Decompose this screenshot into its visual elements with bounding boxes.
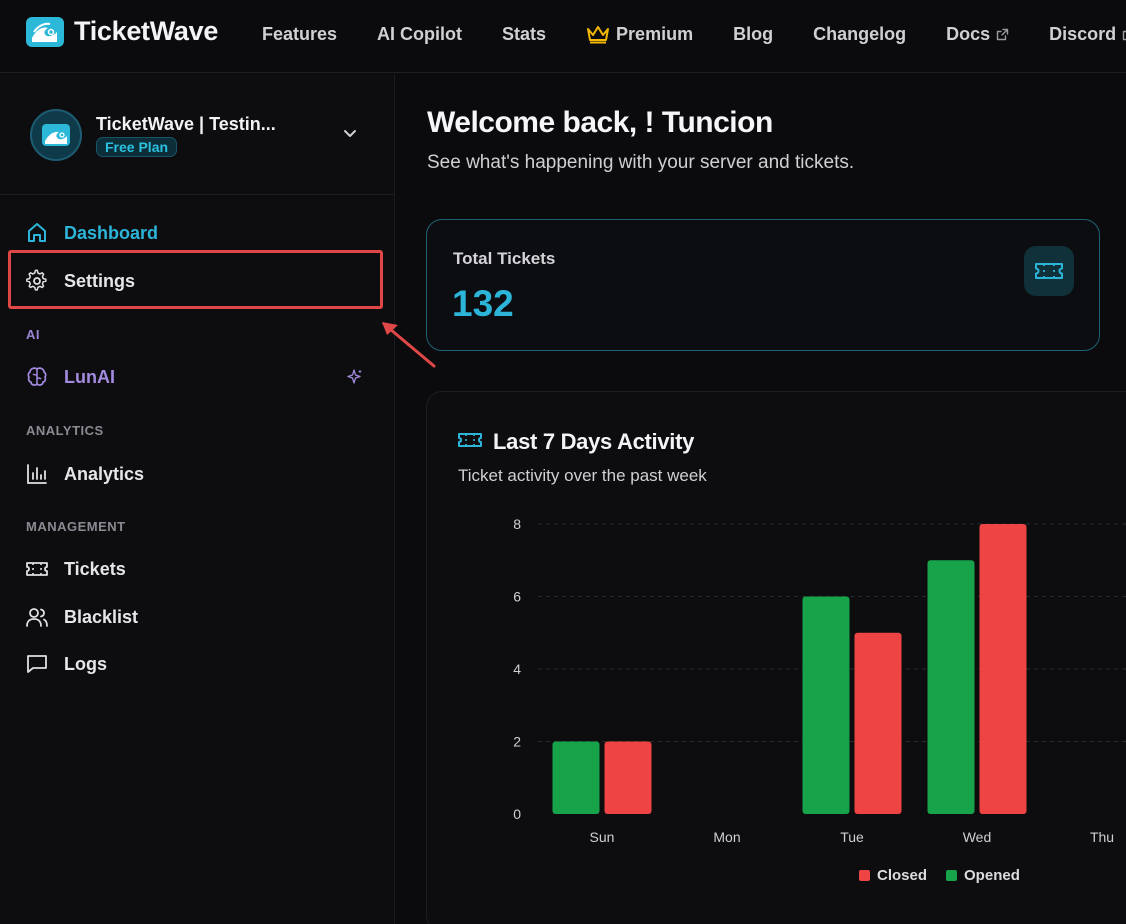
home-icon <box>24 220 50 246</box>
stat-value: 132 <box>452 283 514 324</box>
message-square-icon <box>24 651 50 677</box>
external-link-icon <box>996 28 1009 41</box>
total-tickets-card: Total Tickets 132 <box>426 219 1100 351</box>
sidebar-item-label: Analytics <box>64 463 145 484</box>
y-tick-label: 8 <box>513 516 521 532</box>
nav-link-label: Stats <box>502 23 547 44</box>
chevron-down-icon[interactable] <box>341 124 359 147</box>
sidebar-item-lunai[interactable]: LunAI <box>24 364 115 390</box>
page-subtitle: See what's happening with your server an… <box>427 152 855 173</box>
sidebar-item-label: Dashboard <box>64 222 159 243</box>
bar-closed[interactable] <box>979 524 1027 814</box>
legend-label: Opened <box>964 867 1020 884</box>
sidebar: TicketWave | Testin... Free Plan Dashboa… <box>0 74 395 924</box>
section-label-analytics: ANALYTICS <box>26 423 104 438</box>
nav-link-label: AI Copilot <box>377 23 463 44</box>
sidebar-item-dashboard[interactable]: Dashboard <box>24 220 158 246</box>
crown-icon <box>586 24 610 44</box>
nav-link-docs[interactable]: Docs <box>946 24 1009 45</box>
legend-item[interactable]: Closed <box>859 867 927 884</box>
highlight-annotation <box>8 250 383 309</box>
server-name: TicketWave | Testin... <box>96 114 276 134</box>
legend-swatch <box>859 870 870 881</box>
nav-link-discord[interactable]: Discord <box>1049 24 1126 45</box>
sidebar-item-analytics[interactable]: Analytics <box>24 461 144 487</box>
nav-links: Features AI Copilot Stats Premium Blog Change… <box>262 0 1126 68</box>
plan-badge: Free Plan <box>96 137 178 157</box>
y-tick-label: 2 <box>513 734 521 750</box>
bar-chart: 0 2 4 6 8 Sun Mon Tue Wed Thu <box>513 516 1126 845</box>
sidebar-item-label: Blacklist <box>64 606 139 627</box>
y-tick-label: 6 <box>513 589 521 605</box>
bar-opened[interactable] <box>927 560 975 814</box>
x-tick-label: Wed <box>963 829 992 845</box>
server-selector[interactable]: TicketWave | Testin... Free Plan <box>0 74 394 195</box>
page-title: Welcome back, ! Tuncion <box>427 106 773 139</box>
nav-link-label: Blog <box>733 23 774 44</box>
bar-closed[interactable] <box>854 632 902 814</box>
legend-swatch <box>946 870 958 881</box>
nav-link-label: Changelog <box>813 23 907 44</box>
nav-link-label: Docs <box>946 23 991 44</box>
users-icon <box>24 604 50 630</box>
y-tick-label: 4 <box>513 661 521 677</box>
nav-link-premium[interactable]: Premium <box>586 24 693 45</box>
wave-logo-icon <box>26 16 64 47</box>
brand-name: TicketWave <box>74 16 219 46</box>
sidebar-item-label: Logs <box>64 653 107 674</box>
bar-closed[interactable] <box>604 741 652 815</box>
brain-icon <box>24 364 50 390</box>
x-tick-label: Mon <box>713 829 740 845</box>
external-link-icon <box>1122 28 1126 41</box>
bar-opened[interactable] <box>802 596 850 815</box>
x-tick-label: Sun <box>590 829 615 845</box>
ticket-icon <box>24 556 50 582</box>
sidebar-item-logs[interactable]: Logs <box>24 651 107 677</box>
y-tick-label: 0 <box>513 806 521 822</box>
bar-opened[interactable] <box>552 741 600 815</box>
server-avatar <box>30 109 82 161</box>
legend-label: Closed <box>877 867 928 884</box>
legend-item[interactable]: Opened <box>946 867 1020 884</box>
sidebar-item-tickets[interactable]: Tickets <box>24 556 126 582</box>
sidebar-item-blacklist[interactable]: Blacklist <box>24 604 138 630</box>
x-tick-label: Thu <box>1090 829 1114 845</box>
activity-chart-card: Last 7 Days Activity Ticket activity ove… <box>426 391 1126 924</box>
nav-link-label: Premium <box>616 23 694 44</box>
nav-link-label: Discord <box>1049 23 1117 44</box>
brand[interactable]: TicketWave <box>26 16 218 47</box>
nav-link-features[interactable]: Features <box>262 24 337 45</box>
bar-chart-icon <box>24 461 50 487</box>
x-tick-label: Tue <box>840 829 864 845</box>
section-label-ai: AI <box>26 327 40 342</box>
nav-link-ai-copilot[interactable]: AI Copilot <box>377 24 462 45</box>
ticket-icon <box>1024 246 1074 296</box>
nav-link-stats[interactable]: Stats <box>502 24 546 45</box>
section-label-management: MANAGEMENT <box>26 519 126 534</box>
nav-link-label: Features <box>262 23 338 44</box>
sparkle-icon <box>346 368 364 391</box>
stat-label: Total Tickets <box>453 249 556 268</box>
nav-link-blog[interactable]: Blog <box>733 24 773 45</box>
sidebar-item-label: Tickets <box>64 558 126 579</box>
top-navbar: TicketWave Features AI Copilot Stats Premiu… <box>0 0 1126 73</box>
chart-legend: Closed Opened <box>859 867 1039 884</box>
sidebar-item-label: LunAI <box>64 366 115 387</box>
nav-link-changelog[interactable]: Changelog <box>813 24 906 45</box>
